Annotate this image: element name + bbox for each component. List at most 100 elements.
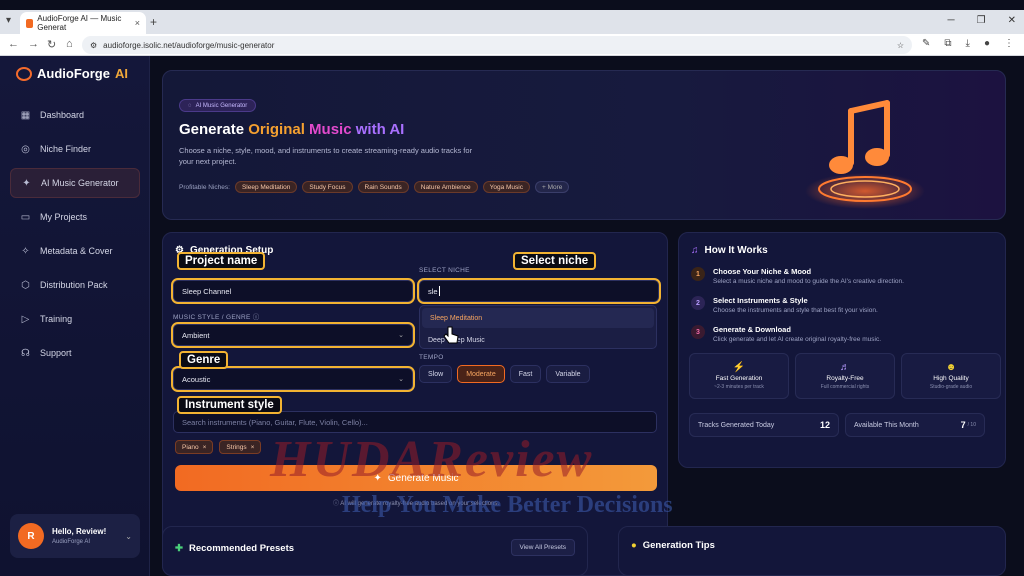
sidebar-item-support[interactable]: ☊ Support: [10, 338, 140, 368]
stat-value: 12: [819, 420, 830, 430]
sidebar-item-dashboard[interactable]: ▦ Dashboard: [10, 100, 140, 130]
text-caret: [438, 286, 440, 296]
style-label-text: MUSIC STYLE / GENRE: [173, 314, 251, 321]
niches-label: Profitable Niches:: [179, 183, 230, 191]
instrument-style-select[interactable]: Acoustic ⌄: [171, 366, 415, 392]
magic-icon: ✧: [21, 245, 30, 257]
sidebar-item-training[interactable]: ▷ Training: [10, 304, 140, 334]
tab-close-icon[interactable]: ×: [135, 18, 140, 28]
niche-chip[interactable]: Rain Sounds: [357, 181, 409, 193]
more-niches-chip[interactable]: + More: [535, 181, 570, 193]
tempo-label: TEMPO: [419, 354, 444, 361]
step-desc: Choose the instruments and style that be…: [713, 307, 878, 314]
pen-icon[interactable]: ✎: [922, 38, 930, 49]
extensions-icon[interactable]: ⧉: [944, 38, 951, 49]
feature-title: Fast Generation: [715, 375, 763, 382]
tempo-options: Slow Moderate Fast Variable: [419, 365, 590, 383]
home-icon[interactable]: ⌂: [66, 38, 73, 50]
tempo-slow[interactable]: Slow: [419, 365, 453, 383]
niche-chip[interactable]: Sleep Meditation: [234, 181, 298, 193]
user-card[interactable]: R Hello, Review! AudioForge AI ⌄: [10, 514, 140, 558]
chevron-down-icon[interactable]: ⌄: [125, 532, 132, 541]
step-number: 1: [691, 267, 705, 281]
remove-tag-icon[interactable]: ×: [251, 444, 255, 451]
sidebar-item-label: Support: [40, 348, 72, 358]
stat-value: 7: [960, 420, 966, 430]
forward-icon[interactable]: →: [28, 38, 39, 50]
profile-icon[interactable]: ●: [984, 38, 990, 49]
tab-menu-icon[interactable]: ▾: [6, 15, 11, 26]
step-title: Generate & Download: [713, 325, 791, 334]
niche-chip[interactable]: Yoga Music: [482, 181, 530, 193]
address-bar-row: ← → ↻ ⌂ ⚙ audioforge.isolic.net/audiofor…: [0, 34, 1024, 56]
info-icon: ⓘ: [332, 501, 339, 507]
puzzle-icon: ✚: [175, 543, 183, 554]
window-controls: ─ ❐ ✕: [948, 15, 1016, 26]
instrument-tag: Piano ×: [175, 440, 214, 454]
sidebar-item-label: Metadata & Cover: [40, 246, 113, 256]
url-bar[interactable]: ⚙ audioforge.isolic.net/audioforge/music…: [82, 36, 912, 54]
menu-dots-icon[interactable]: ⋮: [1004, 38, 1014, 49]
niche-label: SELECT NICHE: [419, 267, 470, 274]
new-tab-icon[interactable]: +: [150, 15, 157, 29]
chevron-down-icon: ⌄: [398, 376, 404, 383]
box-icon: ⬡: [21, 279, 30, 291]
lightning-icon: ⚡: [732, 362, 746, 373]
sidebar-item-niche-finder[interactable]: ◎ Niche Finder: [10, 134, 140, 164]
music-style-select[interactable]: Ambient ⌄: [171, 322, 415, 348]
remove-tag-icon[interactable]: ×: [203, 444, 207, 451]
step-2: 2 Select Instruments & Style Choose the i…: [691, 296, 991, 314]
sidebar-item-label: Distribution Pack: [40, 280, 108, 290]
site-info-icon[interactable]: ⚙: [90, 41, 97, 50]
step-1: 1 Choose Your Niche & Mood Select a music…: [691, 267, 991, 285]
niche-chip[interactable]: Study Focus: [302, 181, 353, 193]
view-all-presets-button[interactable]: View All Presets: [510, 539, 575, 556]
presets-title-label: Recommended Presets: [188, 543, 295, 554]
reload-icon[interactable]: ↻: [47, 38, 56, 51]
how-it-works-panel: ♫ How It Works 1 Choose Your Niche & Mood…: [678, 232, 1006, 468]
annotation-genre: Genre: [179, 351, 229, 369]
restore-icon[interactable]: ❐: [977, 15, 986, 26]
tempo-fast[interactable]: Fast: [509, 365, 542, 383]
tempo-variable[interactable]: Variable: [546, 365, 590, 383]
tempo-moderate[interactable]: Moderate: [457, 365, 505, 383]
avatar: R: [18, 523, 44, 549]
feature-fast: ⚡ Fast Generation ~2-3 minutes per track: [689, 353, 789, 399]
hand-cursor-icon: [443, 326, 459, 344]
music-note-illustration: [714, 100, 976, 209]
hero-badge-label: AI Music Generator: [195, 102, 248, 109]
page-title: Generate Original Music with AI: [179, 121, 404, 138]
sidebar-item-ai-music-generator[interactable]: ✦ AI Music Generator: [10, 168, 140, 198]
sidebar-item-distribution-pack[interactable]: ⬡ Distribution Pack: [10, 270, 140, 300]
annotation-project-name: Project name: [177, 252, 266, 270]
tips-title: ● Generation Tips: [631, 540, 715, 551]
close-window-icon[interactable]: ✕: [1008, 15, 1016, 26]
niche-search-input[interactable]: sle: [417, 278, 661, 304]
info-icon: ⓘ: [252, 314, 260, 321]
back-icon[interactable]: ←: [8, 38, 19, 50]
selected-instruments: Piano × Strings ×: [175, 440, 262, 454]
chevron-down-icon: ⌄: [398, 332, 404, 339]
sidebar-item-my-projects[interactable]: ▭ My Projects: [10, 202, 140, 232]
annotation-select-niche: Select niche: [513, 252, 597, 270]
smile-icon: ☻: [945, 362, 957, 373]
browser-tab[interactable]: AudioForge AI — Music Generat ×: [20, 12, 146, 34]
project-name-input[interactable]: Sleep Channel: [171, 278, 415, 304]
niche-chip[interactable]: Nature Ambience: [413, 181, 478, 193]
feature-title: Royalty-Free: [826, 375, 864, 382]
minimize-icon[interactable]: ─: [948, 15, 955, 26]
app-logo[interactable]: AudioForge AI: [16, 66, 128, 81]
title-ai: with AI: [355, 121, 405, 138]
browser-toolbar-icons: ✎ ⧉ ⤓ ● ⋮: [922, 38, 1014, 49]
hero-banner: ◌ AI Music Generator Generate Original Mu…: [162, 70, 1006, 220]
url-text: audioforge.isolic.net/audioforge/music-g…: [103, 40, 275, 50]
compass-icon: ◎: [21, 143, 30, 155]
favicon-icon: [26, 18, 34, 28]
download-icon[interactable]: ⤓: [966, 38, 970, 49]
bookmark-star-icon[interactable]: ☆: [897, 41, 904, 50]
how-it-works-title: ♫ How It Works: [691, 245, 768, 256]
lightbulb-icon: ●: [631, 540, 637, 551]
sidebar-item-metadata-cover[interactable]: ✧ Metadata & Cover: [10, 236, 140, 266]
generation-setup-panel: ⚙ Generation Setup Sleep Channel SELECT N…: [162, 232, 668, 576]
instrument-tag: Strings ×: [219, 440, 262, 454]
